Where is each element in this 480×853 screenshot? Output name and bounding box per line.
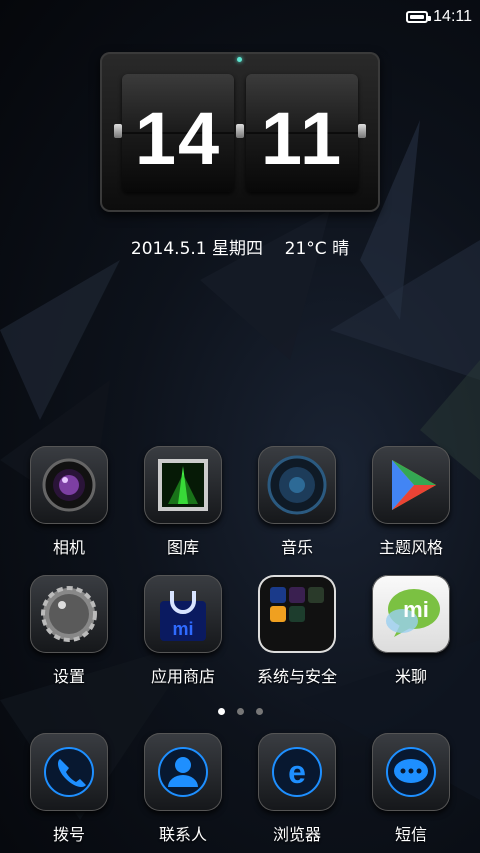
date-weather-line[interactable]: 2014.5.1 星期四 21°C 晴	[0, 234, 480, 259]
settings-knob-icon	[30, 575, 108, 653]
app-themes[interactable]: 主题风格	[361, 446, 461, 558]
app-gallery[interactable]: 图库	[133, 446, 233, 558]
app-store[interactable]: mi 应用商店	[133, 575, 233, 687]
folder-system-security[interactable]: 系统与安全	[247, 575, 347, 687]
clock-hinge	[236, 124, 244, 138]
app-settings[interactable]: 设置	[19, 575, 119, 687]
clock-minutes-card: 11	[246, 74, 358, 192]
music-speaker-icon	[258, 446, 336, 524]
app-label: 图库	[166, 538, 199, 557]
clock-hours: 14	[134, 97, 222, 180]
app-camera[interactable]: 相机	[19, 446, 119, 558]
app-label: 米聊	[394, 667, 427, 686]
page-dot-active[interactable]	[217, 708, 225, 715]
app-music[interactable]: 音乐	[247, 446, 347, 558]
status-time: 14:11	[433, 8, 472, 25]
weather-condition-text: 晴	[332, 239, 350, 259]
app-label: 设置	[52, 667, 85, 686]
page-dot[interactable]	[236, 708, 244, 715]
miliao-chat-icon: mi	[372, 575, 450, 653]
app-miliao[interactable]: mi 米聊	[361, 575, 461, 687]
app-label: 联系人	[158, 825, 207, 844]
clock-indicator-light	[237, 57, 242, 62]
svg-text:mi: mi	[403, 597, 429, 622]
message-icon	[372, 733, 450, 811]
clock-hours-card: 14	[122, 74, 234, 192]
folder-icon	[258, 575, 336, 653]
flip-clock-widget[interactable]: 14 11	[100, 52, 380, 212]
camera-icon	[30, 446, 108, 524]
clock-hinge	[358, 124, 366, 138]
theme-play-icon	[372, 446, 450, 524]
clock-hinge	[114, 124, 122, 138]
gallery-icon	[144, 446, 222, 524]
app-label: 系统与安全	[256, 667, 337, 686]
temperature-text: 21°C	[284, 239, 327, 259]
app-label: 拨号	[52, 825, 85, 844]
app-label: 短信	[394, 825, 427, 844]
weekday-text: 星期四	[212, 239, 264, 259]
dock-messages[interactable]: 短信	[361, 733, 461, 845]
page-indicator	[0, 700, 480, 719]
browser-icon: e	[258, 733, 336, 811]
phone-icon	[30, 733, 108, 811]
app-label: 主题风格	[378, 538, 443, 557]
app-label: 音乐	[280, 538, 313, 557]
svg-text:e: e	[288, 754, 306, 790]
contacts-icon	[144, 733, 222, 811]
page-dot[interactable]	[255, 708, 263, 715]
app-store-bag-icon: mi	[144, 575, 222, 653]
app-label: 应用商店	[150, 667, 215, 686]
clock-minutes: 11	[260, 97, 344, 180]
app-label: 相机	[52, 538, 85, 557]
app-label: 浏览器	[272, 825, 321, 844]
date-text: 2014.5.1	[130, 239, 207, 259]
dock-contacts[interactable]: 联系人	[133, 733, 233, 845]
status-bar: 14:11	[0, 0, 480, 34]
battery-icon	[406, 11, 431, 23]
svg-text:mi: mi	[172, 619, 193, 639]
dock-browser[interactable]: e 浏览器	[247, 733, 347, 845]
dock-phone[interactable]: 拨号	[19, 733, 119, 845]
